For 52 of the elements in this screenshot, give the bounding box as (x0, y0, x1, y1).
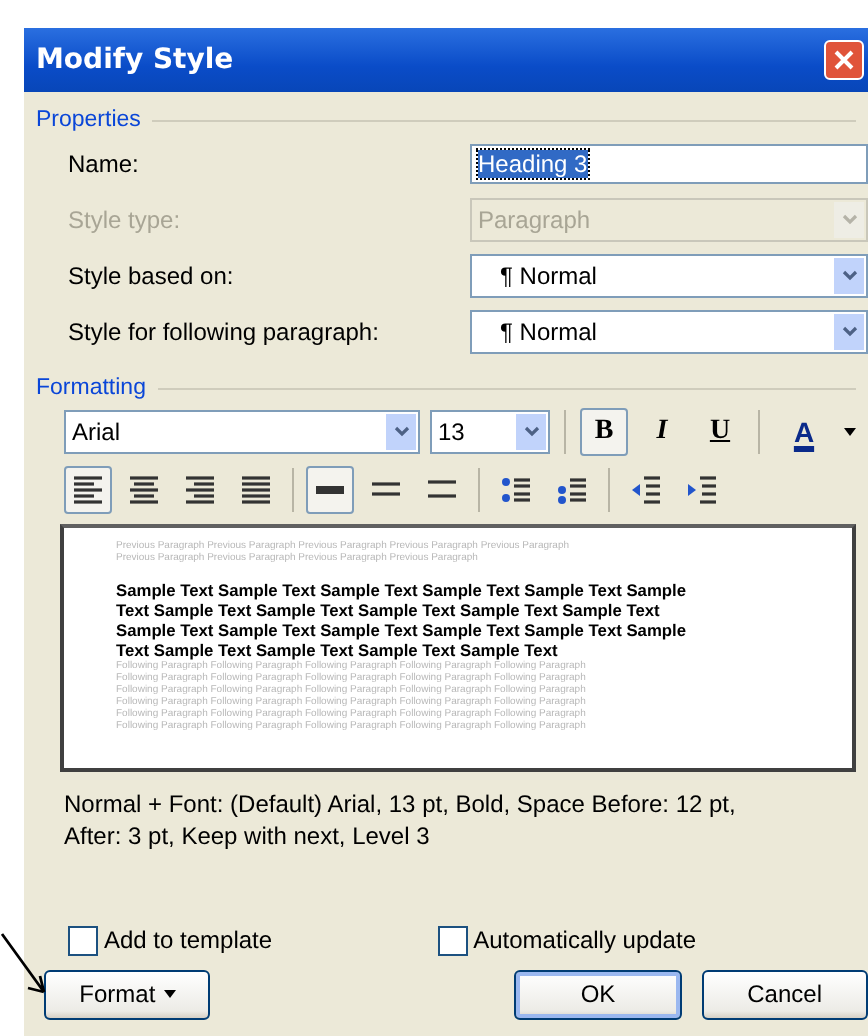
font-color-button[interactable]: A (774, 408, 834, 456)
dropdown[interactable]: ¶ Normal (470, 310, 868, 354)
single-spacing-icon (316, 486, 344, 494)
caret-icon (163, 990, 176, 998)
dropdown-arrow-button[interactable] (516, 414, 546, 450)
sample-text: Text Sample Text Sample Text Sample Text Sample Text (116, 640, 560, 660)
style-description: After: 3 pt, Keep with next, Level 3 (64, 820, 432, 852)
cancel-button[interactable]: Cancel (701, 969, 868, 1019)
field-label: Name: (68, 150, 141, 178)
style-description: Normal + Font: (Default) Arial, 13 pt, Bold, Space Before: 12 pt, (64, 788, 738, 820)
font-dropdown[interactable]: Arial (64, 410, 420, 454)
dropdown-arrow-button[interactable] (386, 414, 416, 450)
justify-icon (238, 472, 274, 508)
size-dropdown[interactable]: 13 (430, 410, 550, 454)
section-label: Formatting (36, 376, 146, 400)
sample-text: Text Sample Text Sample Text Sample Text Sample Text Sample Text (116, 600, 662, 620)
italic-button[interactable]: I (638, 408, 686, 456)
align-center-icon (126, 472, 162, 508)
chevron-down-icon (841, 326, 857, 338)
sample-text: Sample Text Sample Text Sample Text Sample Text Sample Text Sample (116, 620, 689, 640)
dropdown[interactable]: ¶ Normal (470, 254, 868, 298)
field-label: Style type: (68, 206, 183, 234)
ok-button[interactable]: OK (514, 969, 682, 1019)
bold-button[interactable]: B (580, 408, 628, 456)
toolbar-button[interactable] (64, 466, 112, 514)
increase-indent-icon (684, 472, 720, 508)
field-label: Style based on: (68, 262, 236, 290)
paragraph-spacing-icon (554, 472, 590, 508)
decrease-indent-icon (628, 472, 664, 508)
sample-text: Sample Text Sample Text Sample Text Sample Text Sample Text Sample (116, 580, 689, 600)
field-label: Style for following paragraph: (68, 318, 381, 346)
window-title: Modify Style (36, 44, 234, 76)
chevron-down-icon (393, 426, 409, 438)
close-button[interactable] (824, 40, 864, 80)
checkbox[interactable]: Add to template (68, 925, 273, 955)
section-label: Properties (36, 108, 141, 132)
close-icon (834, 50, 854, 70)
caret-icon (844, 428, 856, 436)
dropdown: Paragraph (470, 198, 868, 242)
name-field[interactable]: Heading 3 (470, 144, 868, 184)
chevron-down-icon (841, 214, 857, 226)
underline-button[interactable]: U (696, 408, 744, 456)
dropdown-arrow-button[interactable] (834, 314, 864, 350)
paragraph-spacing-icon (498, 472, 534, 508)
format-button[interactable]: Format (44, 969, 211, 1019)
chevron-down-icon (841, 270, 857, 282)
align-left-icon (70, 472, 106, 508)
dropdown-arrow-button[interactable] (834, 258, 864, 294)
checkbox[interactable]: Automatically update (437, 925, 696, 955)
chevron-down-icon (523, 426, 539, 438)
align-right-icon (182, 472, 218, 508)
toolbar-button[interactable] (306, 466, 354, 514)
